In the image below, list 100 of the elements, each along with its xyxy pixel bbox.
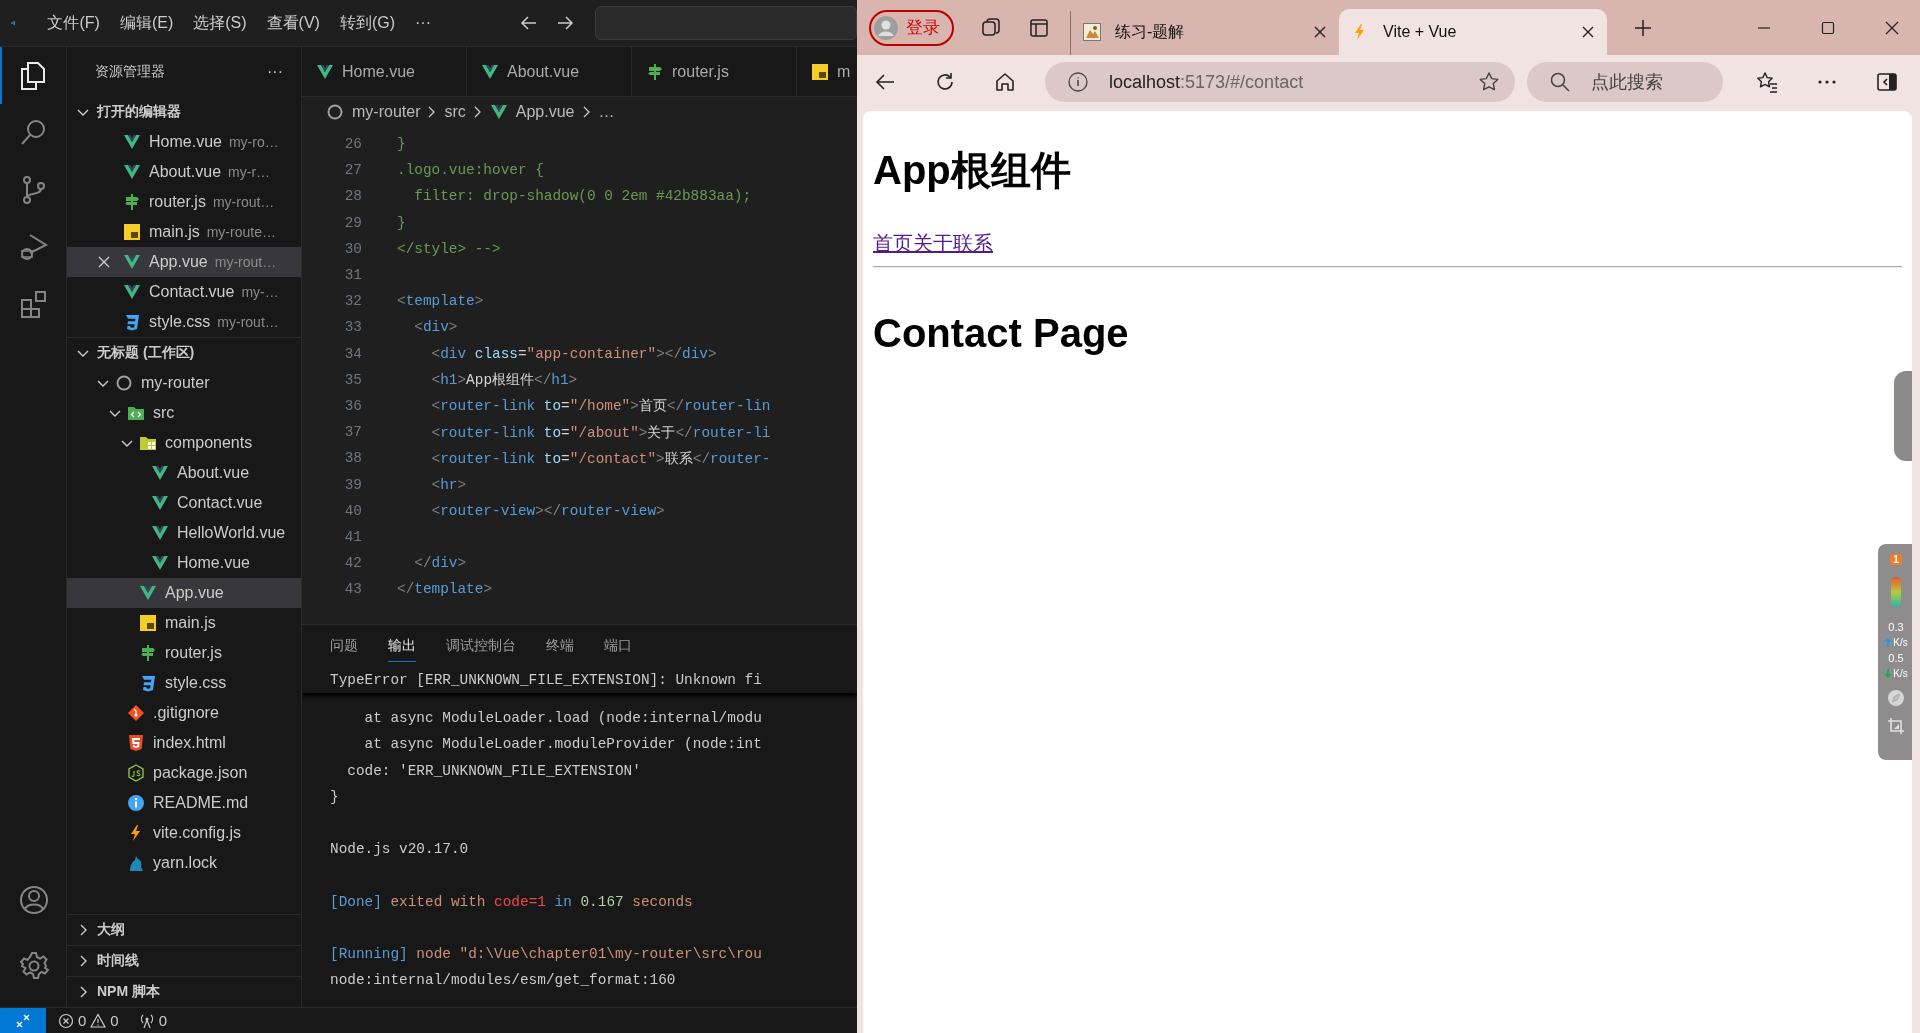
open-editor-item[interactable]: App.vue my-rout…	[67, 247, 301, 277]
warning-icon	[90, 1012, 107, 1029]
section-header[interactable]: NPM 脚本	[97, 983, 160, 1001]
git-diamond-icon	[127, 704, 145, 722]
breadcrumb-item[interactable]: …	[598, 103, 615, 121]
output-line: code: 'ERR_UNKNOWN_FILE_EXTENSION'	[346, 761, 642, 781]
maximize-icon[interactable]	[1820, 19, 1836, 36]
file-item[interactable]: About.vue	[67, 458, 301, 488]
page-heading: App根组件	[873, 147, 1072, 193]
close-icon[interactable]	[1884, 19, 1900, 36]
panel-tab[interactable]: 输出	[388, 630, 416, 662]
avatar-icon	[874, 15, 898, 40]
output-line: [Running] node "d:\Vue\chapter01\my-router\src\rou	[330, 944, 763, 964]
panel-tab[interactable]: 调试控制台	[446, 630, 516, 662]
home-icon[interactable]	[993, 70, 1017, 94]
open-editor-item[interactable]: Home.vue my-ro…	[67, 127, 301, 157]
new-tab-icon[interactable]	[1633, 17, 1653, 38]
file-item[interactable]: Contact.vue	[67, 488, 301, 518]
file-item[interactable]: vite.config.js	[67, 818, 301, 848]
favorites-icon[interactable]	[1755, 70, 1779, 94]
output-line: TypeError [ERR_UNKNOWN_FILE_EXTENSION]: Unknown fi	[302, 667, 857, 694]
nav-link[interactable]: 联系	[953, 230, 993, 257]
problems-status[interactable]: 0 0	[58, 1012, 127, 1029]
side-handle[interactable]	[1894, 371, 1912, 461]
file-name: Contact.vue	[149, 283, 235, 301]
editor-tab[interactable]: Home.vue	[302, 47, 467, 96]
section-header[interactable]: 打开的编辑器	[97, 103, 181, 121]
output-line: at async ModuleLoader.moduleProvider (node:int	[363, 735, 763, 755]
code-line: filter: drop-shadow(0 0 2em #42b883aa);	[413, 188, 752, 205]
broadcast-icon	[138, 1012, 155, 1029]
section-header[interactable]: 无标题 (工作区)	[97, 344, 195, 362]
sidebar-icon[interactable]	[1875, 70, 1899, 94]
close-icon[interactable]	[1313, 25, 1327, 39]
menu-item[interactable]: 选择(S)	[183, 12, 257, 34]
nav-link[interactable]: 首页	[873, 230, 913, 257]
file-item[interactable]: yarn.lock	[67, 848, 301, 878]
folder-item[interactable]: src	[67, 398, 301, 428]
open-editor-item[interactable]: router.js my-rout…	[67, 187, 301, 217]
download-speed: 0.5	[1888, 652, 1904, 665]
file-item[interactable]: Home.vue	[67, 548, 301, 578]
open-editor-item[interactable]: About.vue my-r…	[67, 157, 301, 187]
section-header[interactable]: 大纲	[97, 921, 125, 939]
browser-tab[interactable]: 练习-题解	[1071, 9, 1339, 55]
more-menu[interactable]: ···	[405, 14, 441, 32]
menu-item[interactable]: 查看(V)	[256, 12, 330, 34]
menu-item[interactable]: 转到(G)	[329, 12, 405, 34]
account-icon[interactable]	[18, 884, 50, 916]
crop-icon[interactable]	[1887, 717, 1905, 736]
close-icon[interactable]	[1581, 25, 1595, 39]
settings-icon[interactable]	[18, 950, 50, 982]
info-icon[interactable]	[1067, 71, 1089, 93]
panel-tab[interactable]: 终端	[546, 630, 574, 662]
panel-tab[interactable]: 问题	[330, 630, 358, 662]
file-item[interactable]: App.vue	[67, 578, 301, 608]
v-logo-icon	[481, 62, 499, 81]
file-name: main.js	[149, 223, 200, 241]
open-editor-item[interactable]: style.css my-rout…	[67, 307, 301, 337]
file-item[interactable]: index.html	[67, 728, 301, 758]
remote-button[interactable]	[0, 1008, 46, 1033]
line-number: 30	[343, 240, 363, 257]
v-logo-icon	[123, 133, 141, 151]
file-item[interactable]: main.js	[67, 608, 301, 638]
command-center-field[interactable]	[595, 6, 857, 40]
thermometer-icon	[1891, 577, 1901, 607]
file-item[interactable]: package.json	[67, 758, 301, 788]
ports-status[interactable]: 0	[138, 1012, 176, 1029]
folder-item[interactable]: components	[67, 428, 301, 458]
editor-tab[interactable]: About.vue	[467, 47, 632, 96]
explorer-title: 资源管理器	[95, 63, 165, 81]
line-number: 26	[343, 136, 363, 153]
editor-tab[interactable]: router.js	[632, 47, 797, 96]
breadcrumb-item[interactable]: App.vue	[515, 103, 575, 121]
file-item[interactable]: .gitignore	[67, 698, 301, 728]
workspaces-icon[interactable]	[980, 16, 1002, 39]
stylesheet-icon	[139, 674, 157, 692]
code-line: <div class="app-container"></div>	[430, 345, 717, 362]
menu-item[interactable]: 文件(F)	[37, 12, 110, 34]
breadcrumb-item[interactable]: src	[444, 103, 466, 121]
html-file-icon	[127, 734, 145, 752]
component-folder-icon	[139, 434, 157, 452]
folder-item[interactable]: my-router	[67, 368, 301, 398]
address-bar[interactable]: localhost:5173/#/contact	[1045, 62, 1515, 102]
breadcrumb-item[interactable]: my-router	[352, 103, 421, 121]
menu-item[interactable]: 编辑(E)	[109, 12, 184, 34]
open-editor-item[interactable]: main.js my-route…	[67, 217, 301, 247]
open-editor-item[interactable]: Contact.vue my-…	[67, 277, 301, 307]
more-actions-button[interactable]: ···	[267, 63, 283, 81]
nav-link[interactable]: 关于	[913, 230, 953, 257]
code-line: .logo.vue:hover {	[397, 162, 544, 179]
search-field[interactable]: 点此搜索	[1527, 62, 1723, 102]
site-icon	[1083, 23, 1101, 41]
section-header[interactable]: 时间线	[97, 952, 139, 970]
file-item[interactable]: router.js	[67, 638, 301, 668]
v-logo-icon	[151, 524, 169, 542]
file-item[interactable]: HelloWorld.vue	[67, 518, 301, 548]
file-item[interactable]: README.md	[67, 788, 301, 818]
tab-actions-icon[interactable]	[1028, 16, 1050, 39]
file-item[interactable]: style.css	[67, 668, 301, 698]
browser-tab[interactable]: Vite + Vue	[1339, 9, 1607, 55]
panel-tab[interactable]: 端口	[604, 630, 632, 662]
